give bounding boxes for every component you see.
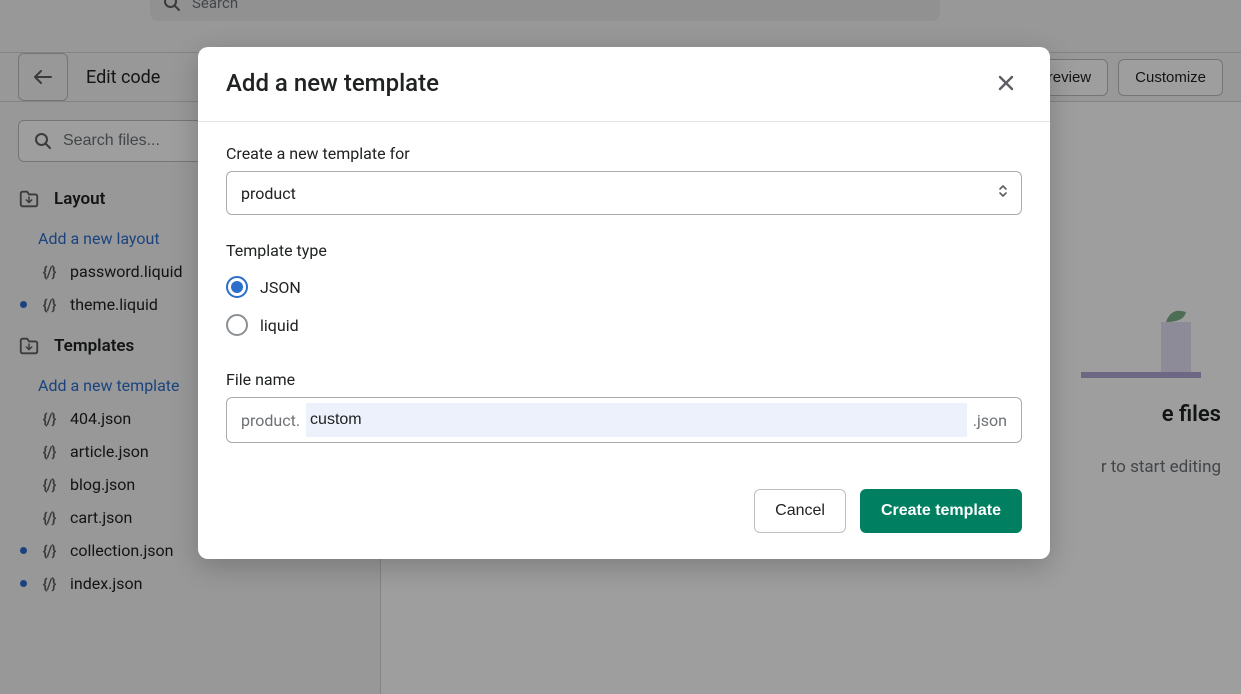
radio-json[interactable]: JSON	[226, 268, 1022, 306]
add-template-modal: Add a new template Create a new template…	[198, 47, 1050, 559]
filename-label: File name	[226, 370, 1022, 389]
template-type-radio-group: JSON liquid	[226, 268, 1022, 344]
filename-field[interactable]: product. .json	[226, 397, 1022, 443]
modal-header: Add a new template	[198, 47, 1050, 122]
modal-footer: Cancel Create template	[198, 471, 1050, 559]
radio-label: liquid	[260, 316, 299, 335]
close-icon	[996, 73, 1016, 93]
create-template-button[interactable]: Create template	[860, 489, 1022, 533]
select-caret-icon	[997, 183, 1009, 203]
template-for-select[interactable]: product	[226, 171, 1022, 215]
template-for-label: Create a new template for	[226, 144, 1022, 163]
radio-label: JSON	[260, 278, 301, 297]
filename-prefix: product.	[241, 411, 300, 430]
filename-suffix: .json	[973, 411, 1007, 430]
modal-title: Add a new template	[226, 69, 439, 97]
template-for-value: product	[241, 184, 296, 203]
cancel-button[interactable]: Cancel	[754, 489, 846, 533]
close-button[interactable]	[990, 67, 1022, 99]
template-type-label: Template type	[226, 241, 1022, 260]
radio-icon	[226, 314, 248, 336]
filename-input[interactable]	[306, 403, 967, 437]
radio-icon	[226, 276, 248, 298]
radio-liquid[interactable]: liquid	[226, 306, 1022, 344]
modal-body: Create a new template for product Templa…	[198, 122, 1050, 471]
